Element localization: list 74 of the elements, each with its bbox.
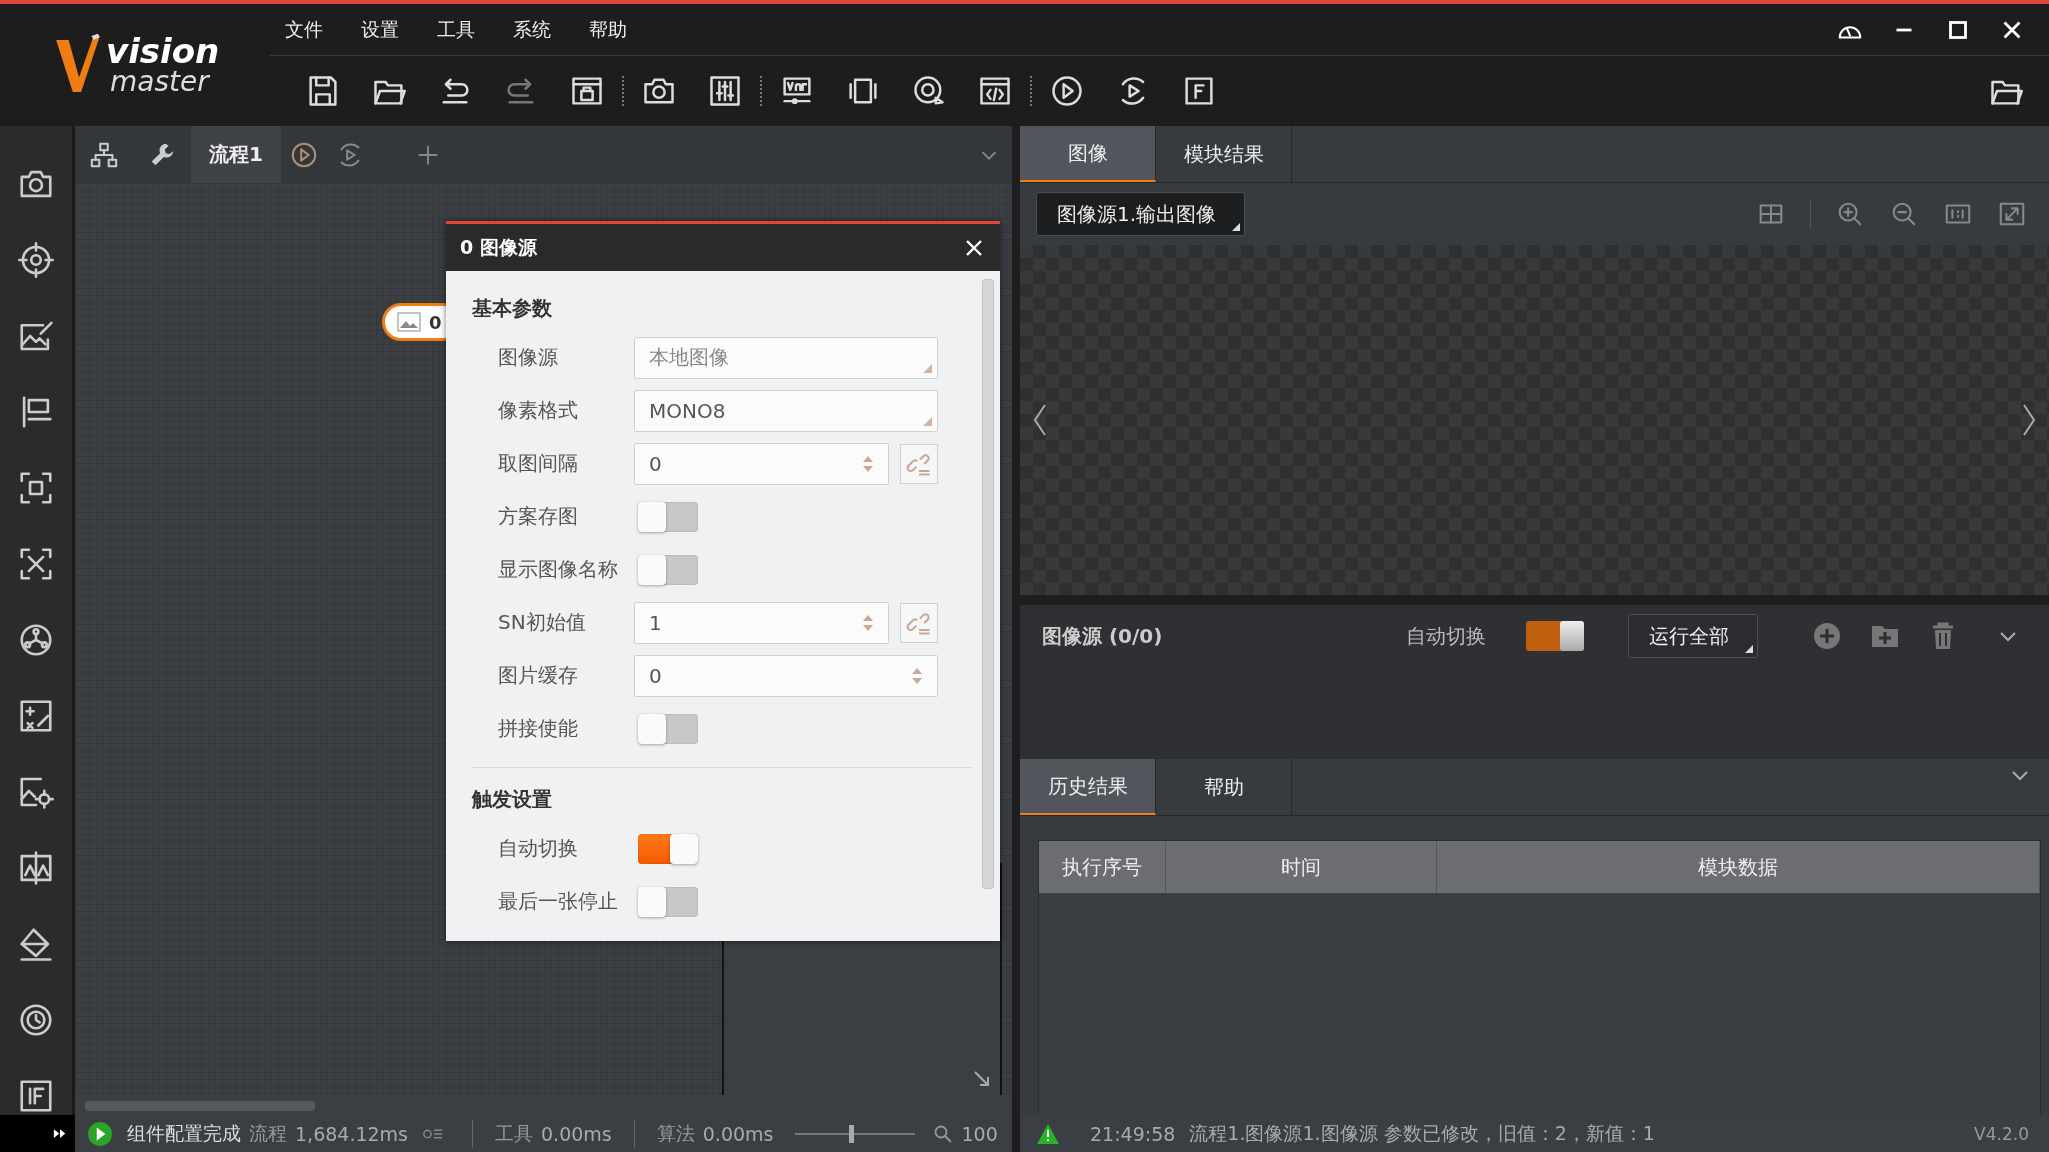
number-field[interactable]: 1 — [634, 601, 889, 644]
version-text: V4.2.0 — [1974, 1123, 2029, 1144]
status-value: 0.00ms — [702, 1122, 774, 1145]
status-label: 算法 — [656, 1120, 695, 1146]
menu-item[interactable]: 系统 — [513, 16, 551, 43]
status-message: 组件配置完成 — [127, 1120, 241, 1146]
expand-icon[interactable] — [53, 1128, 67, 1139]
panel-tab[interactable]: 帮助 — [1156, 759, 1292, 815]
field-label: 图片缓存 — [497, 662, 579, 689]
panel-tab[interactable]: 历史结果 — [1020, 759, 1156, 815]
node-label: 0 — [429, 311, 442, 333]
play-icon[interactable] — [87, 1120, 113, 1147]
log-time: 21:49:58 — [1090, 1122, 1176, 1145]
field-label: SN初始值 — [497, 609, 587, 636]
focus-frame-icon[interactable] — [17, 469, 55, 507]
warning-icon — [1036, 1122, 1060, 1145]
status-label: 流程 — [249, 1120, 287, 1146]
field-label: 最后一张停止 — [497, 888, 619, 915]
status-value: 0.00ms — [541, 1122, 612, 1145]
toggle-switch[interactable] — [638, 713, 698, 744]
field-label: 拼接使能 — [497, 715, 579, 742]
dialog-title: 0 图像源 — [460, 234, 538, 260]
section-title: 触发设置 — [472, 785, 553, 813]
toggle-switch[interactable] — [638, 554, 698, 585]
toggle-switch[interactable] — [638, 833, 698, 864]
crosshair-icon[interactable] — [17, 241, 55, 279]
number-field[interactable]: 0 — [634, 654, 938, 697]
menu-item[interactable]: 文件 — [285, 16, 323, 43]
paint-bucket-icon[interactable] — [17, 925, 55, 963]
toggle-switch[interactable] — [638, 501, 698, 532]
menu-item[interactable]: 帮助 — [589, 16, 627, 43]
section-title: 基本参数 — [472, 294, 553, 322]
toggle-switch[interactable] — [638, 886, 698, 917]
log-message: 流程1.图像源1.图像源 参数已修改，旧值：2，新值：1 — [1189, 1120, 1655, 1146]
dropdown-field[interactable]: MONO8 — [634, 389, 938, 432]
resize-arrow-icon[interactable] — [972, 1069, 992, 1089]
run-mode-dropdown[interactable]: 运行全部 — [1628, 614, 1758, 658]
column-header[interactable]: 模块数据 — [1437, 841, 2040, 893]
zoom-value: 100 — [961, 1122, 998, 1145]
menu-item[interactable]: 设置 — [361, 16, 399, 43]
flow-tab[interactable]: 流程1 — [191, 126, 281, 183]
logo-text: vision — [106, 34, 220, 68]
if-icon[interactable] — [17, 1077, 55, 1115]
play-icon[interactable] — [1049, 73, 1085, 109]
scrollbar-thumb[interactable] — [982, 279, 994, 889]
field-label: 自动切换 — [497, 835, 579, 862]
panel-tab[interactable]: 图像 — [1020, 126, 1156, 182]
search-icon[interactable] — [933, 1123, 954, 1144]
status-value: 1,684.12ms — [295, 1122, 409, 1145]
slider-thumb[interactable] — [848, 1124, 854, 1143]
field-label: 图像源 — [497, 344, 559, 371]
panel-tab[interactable]: 模块结果 — [1156, 126, 1292, 182]
column-header[interactable]: 时间 — [1166, 841, 1437, 893]
source-title: 图像源 (0/0) — [1042, 622, 1163, 650]
logo-subtext: master — [109, 68, 211, 96]
status-label: 工具 — [495, 1120, 534, 1146]
field-label: 取图间隔 — [497, 450, 579, 477]
column-header[interactable]: 执行序号 — [1039, 841, 1166, 893]
compare-icon[interactable] — [17, 849, 55, 887]
toggle-switch[interactable] — [1526, 621, 1584, 651]
calculator-icon[interactable] — [17, 697, 55, 735]
add-icon[interactable] — [1811, 620, 1843, 652]
image-source-dropdown[interactable]: 图像源1.输出图像 — [1036, 192, 1246, 236]
menu-item[interactable]: 工具 — [437, 16, 475, 43]
sliders-icon[interactable] — [707, 73, 743, 109]
field-label: 方案存图 — [497, 503, 579, 530]
dropdown-field[interactable]: 本地图像 — [634, 336, 938, 379]
field-label: 像素格式 — [497, 397, 579, 424]
number-field[interactable]: 0 — [634, 442, 889, 485]
auto-switch-label: 自动切换 — [1406, 622, 1486, 650]
image-icon — [397, 312, 421, 332]
points-icon[interactable] — [17, 545, 55, 583]
field-label: 显示图像名称 — [497, 556, 619, 583]
scrollbar-thumb[interactable] — [85, 1101, 315, 1111]
